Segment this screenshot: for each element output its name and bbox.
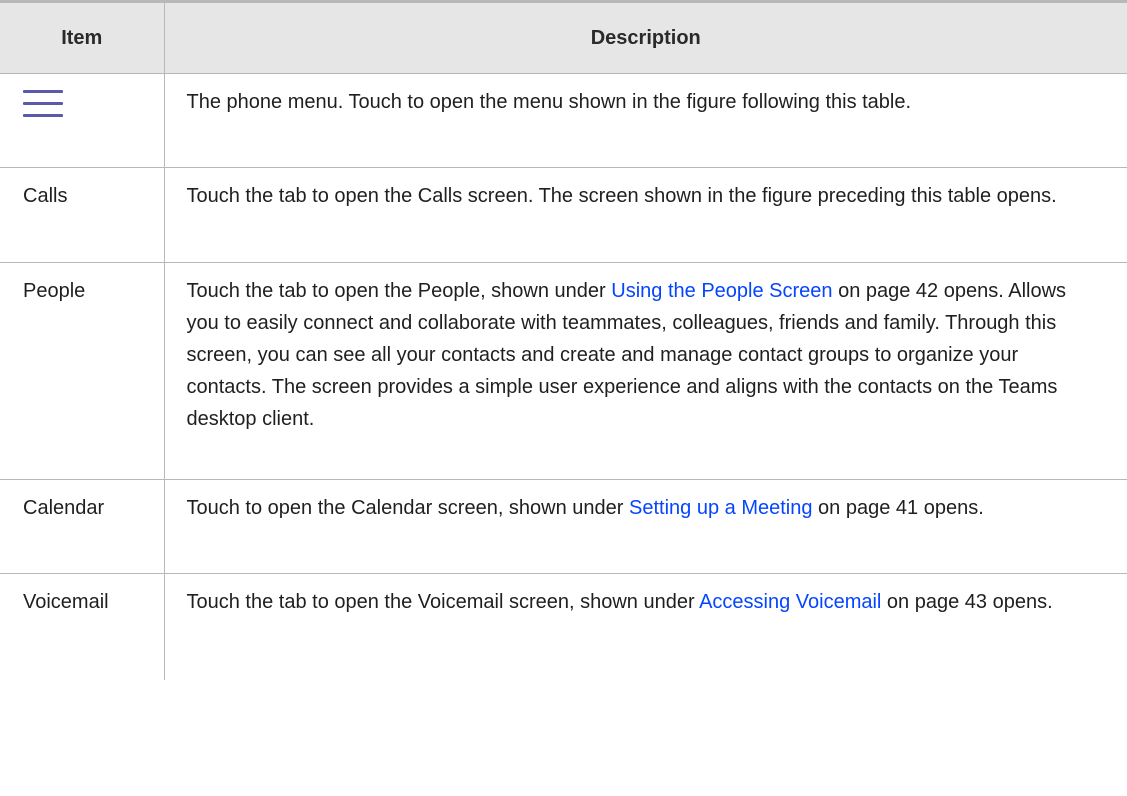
table-header-row: Item Description <box>0 0 1127 74</box>
item-cell: Calls <box>0 167 165 263</box>
header-item: Item <box>0 0 165 74</box>
item-cell: Voicemail <box>0 573 165 680</box>
item-cell: People <box>0 262 165 480</box>
link-setting-up-a-meeting[interactable]: Setting up a Meeting <box>629 497 812 519</box>
description-cell: Touch to open the Calendar screen, shown… <box>163 479 1127 574</box>
description-text: on page 43 opens. <box>881 591 1053 613</box>
table-row: Voicemail Touch the tab to open the Voic… <box>0 573 1127 680</box>
description-table: Item Description The phone menu. Touch t… <box>0 0 1127 680</box>
description-text: Touch the tab to open the Voicemail scre… <box>186 591 700 613</box>
description-text: on page 41 opens. <box>812 497 984 519</box>
table-row: Calls Touch the tab to open the Calls sc… <box>0 167 1127 263</box>
link-accessing-voicemail[interactable]: Accessing Voicemail <box>699 591 881 613</box>
description-text: Touch to open the Calendar screen, shown… <box>186 497 630 519</box>
item-cell <box>0 73 165 168</box>
item-cell: Calendar <box>0 479 165 574</box>
hamburger-menu-icon <box>23 90 63 117</box>
table-row: Calendar Touch to open the Calendar scre… <box>0 479 1127 574</box>
table-row: The phone menu. Touch to open the menu s… <box>0 73 1127 168</box>
header-description: Description <box>163 0 1127 74</box>
table-row: People Touch the tab to open the People,… <box>0 262 1127 480</box>
description-cell: Touch the tab to open the People, shown … <box>163 262 1127 480</box>
description-text: Touch the tab to open the People, shown … <box>186 280 612 302</box>
description-cell: Touch the tab to open the Voicemail scre… <box>163 573 1127 680</box>
description-cell: Touch the tab to open the Calls screen. … <box>163 167 1127 263</box>
description-cell: The phone menu. Touch to open the menu s… <box>163 73 1127 168</box>
link-using-the-people-screen[interactable]: Using the People Screen <box>611 280 832 302</box>
description-text: on page 42 opens. Allows you to easily c… <box>186 280 1067 430</box>
